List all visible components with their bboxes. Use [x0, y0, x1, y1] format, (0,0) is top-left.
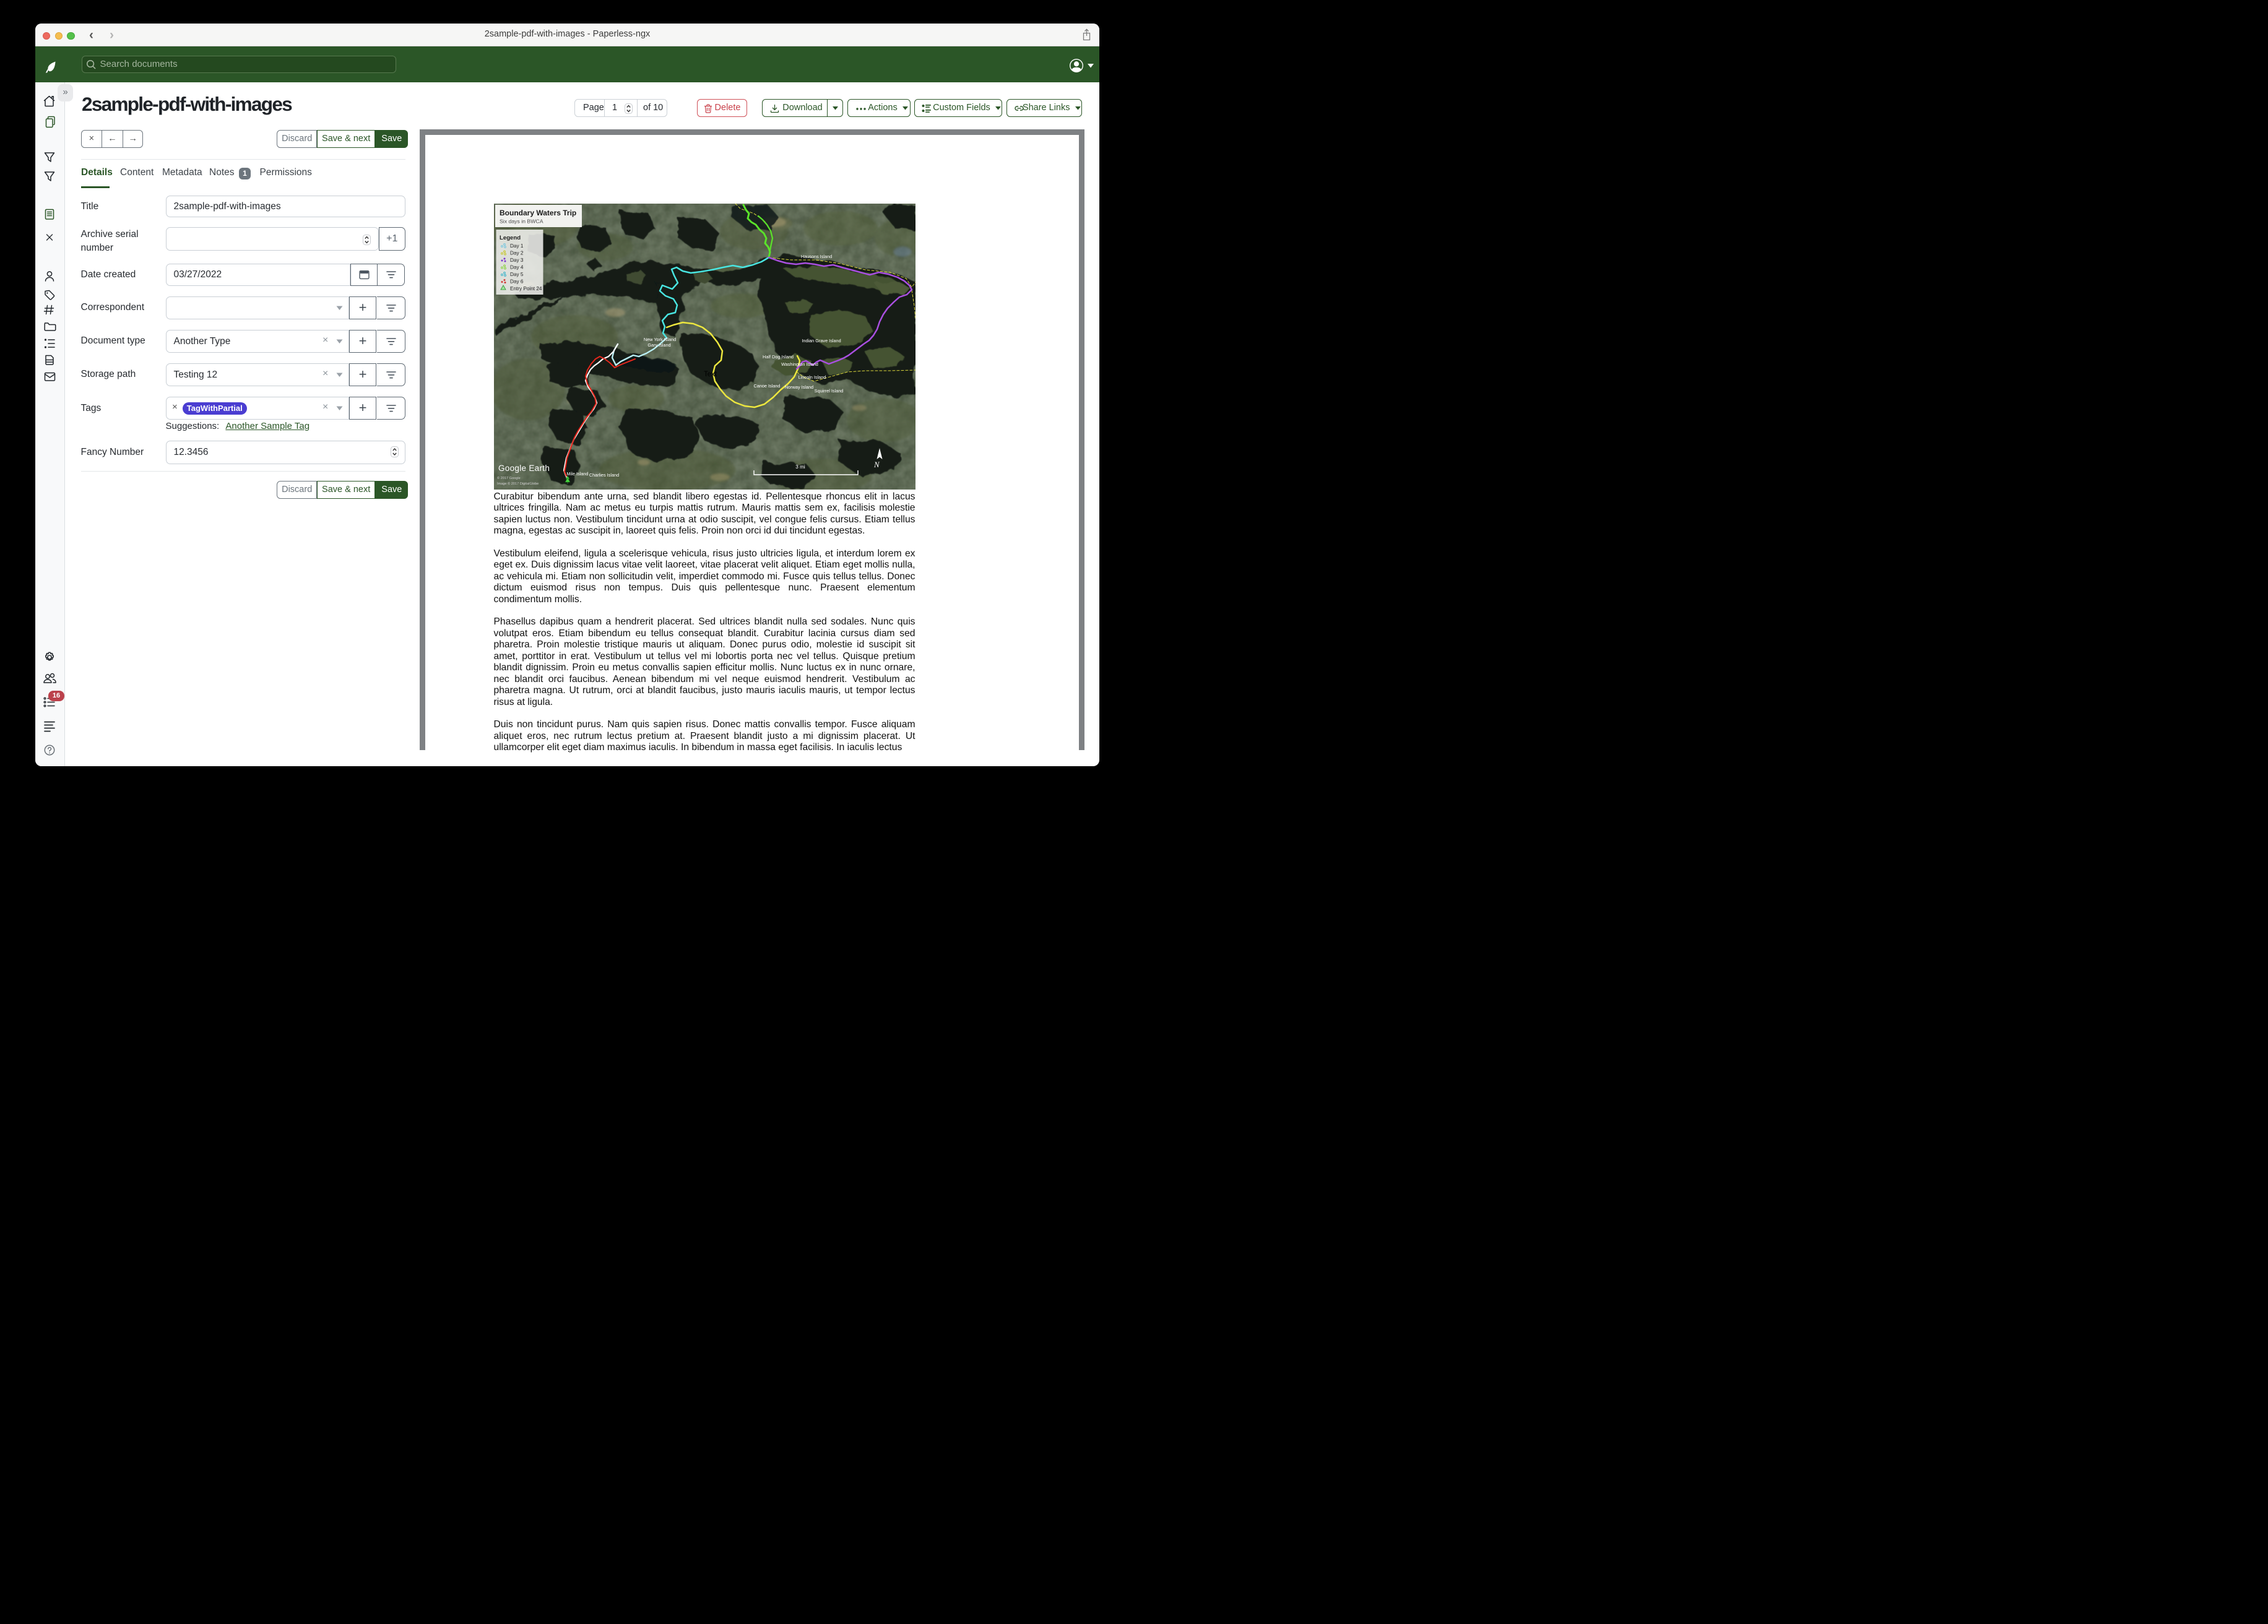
- svg-text:Six days in BWCA: Six days in BWCA: [500, 218, 543, 224]
- svg-text:Lincoln Island: Lincoln Island: [798, 374, 826, 380]
- svg-text:New York Island: New York Island: [643, 337, 675, 342]
- svg-text:Hausons Island: Hausons Island: [800, 254, 831, 259]
- svg-text:Boundary Waters Trip: Boundary Waters Trip: [500, 209, 576, 217]
- svg-text:Half Dog Island: Half Dog Island: [763, 354, 794, 360]
- svg-text:Washington Island: Washington Island: [781, 361, 818, 367]
- svg-text:Day 5: Day 5: [510, 272, 524, 277]
- svg-text:Squirrel Island: Squirrel Island: [814, 388, 843, 394]
- svg-text:Day 1: Day 1: [510, 243, 524, 249]
- svg-text:Day 2: Day 2: [510, 250, 524, 256]
- svg-text:Image © 2017 DigitalGlobe: Image © 2017 DigitalGlobe: [497, 482, 539, 486]
- svg-text:© 2017 Google: © 2017 Google: [497, 476, 521, 480]
- svg-text:Legend: Legend: [500, 235, 521, 241]
- svg-text:3 mi: 3 mi: [795, 464, 805, 470]
- svg-text:Gary Island: Gary Island: [647, 342, 670, 348]
- svg-text:Google Earth: Google Earth: [498, 464, 550, 473]
- svg-text:Text: Text: [704, 371, 717, 378]
- svg-text:Charlies Island: Charlies Island: [589, 472, 618, 478]
- svg-text:Entry Point 24: Entry Point 24: [510, 286, 542, 292]
- svg-text:Day 6: Day 6: [510, 279, 524, 284]
- svg-text:N: N: [873, 460, 880, 469]
- svg-text:Norway Island: Norway Island: [784, 384, 813, 390]
- svg-text:Canoe Island: Canoe Island: [753, 383, 780, 389]
- svg-text:Indian Grave Island: Indian Grave Island: [802, 338, 841, 343]
- svg-text:Day 4: Day 4: [510, 264, 524, 270]
- svg-text:Day 3: Day 3: [510, 257, 524, 263]
- svg-text:Mile Island: Mile Island: [566, 471, 588, 477]
